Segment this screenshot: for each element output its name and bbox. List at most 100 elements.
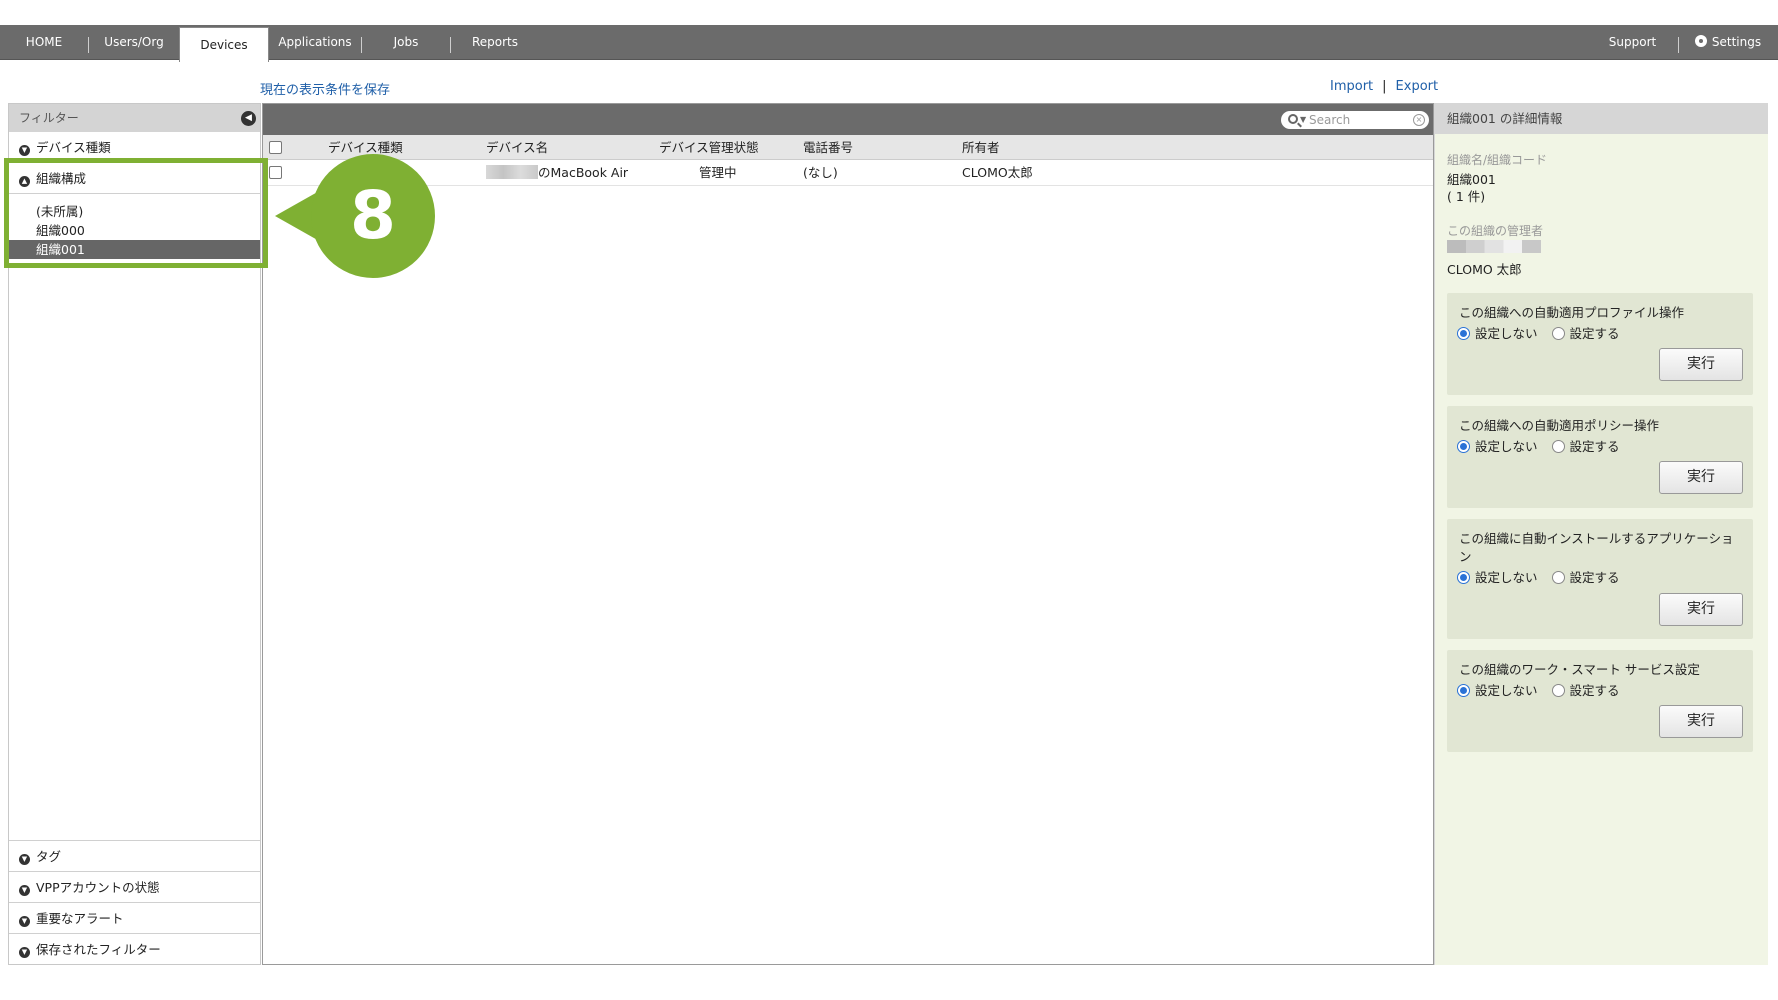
org-manager-label: この組織の管理者 (1447, 224, 1544, 238)
clear-search-icon[interactable]: × (1413, 114, 1425, 126)
search-input[interactable]: ▼ Search × (1281, 111, 1429, 129)
column-header-mgmt-status[interactable]: デバイス管理状態 (659, 135, 759, 160)
device-name-cell[interactable]: のMacBook Air (486, 160, 628, 185)
filter-title: フィルター (19, 111, 79, 125)
org-device-count: ( 1 件) (1447, 189, 1486, 204)
table-row[interactable]: のMacBook Air 管理中 (なし) CLOMO太郎 (263, 160, 1433, 186)
device-name-text: のMacBook Air (538, 165, 629, 180)
mgmt-status-cell: 管理中 (699, 165, 737, 180)
nav-tab-applications[interactable]: Applications (269, 25, 361, 60)
execute-button-policy[interactable]: 実行 (1659, 461, 1743, 494)
search-placeholder: Search (1309, 113, 1351, 127)
column-header-device-name[interactable]: デバイス名 (486, 135, 548, 160)
radio-policy-off[interactable] (1457, 440, 1470, 453)
filter-important-alerts-label: 重要なアラート (36, 911, 124, 926)
org-detail-panel: 組織001 の詳細情報 組織名/組織コード 組織001 ( 1 件) この組織の… (1434, 103, 1768, 965)
radio-work-smart-on[interactable] (1551, 684, 1565, 697)
chevron-down-icon: ▼ (19, 916, 30, 927)
column-header-phone[interactable]: 電話番号 (803, 135, 853, 160)
radio-work-smart-off[interactable] (1457, 684, 1470, 697)
nav-support[interactable]: Support (1590, 25, 1675, 60)
redacted-name (486, 165, 538, 179)
radio-policy-on[interactable] (1551, 440, 1565, 453)
radio-policy-on-label: 設定する (1569, 439, 1620, 454)
owner-cell: CLOMO太郎 (962, 165, 1033, 180)
nav-settings-label: Settings (1711, 35, 1762, 49)
op-title-policy: この組織への自動適用ポリシー操作 (1459, 418, 1660, 433)
redacted-manager-avatar (1447, 240, 1541, 253)
execute-button-auto-install[interactable]: 実行 (1659, 593, 1743, 626)
radio-group-policy: 設定しない 設定する (1457, 436, 1620, 455)
radio-policy-off-label: 設定しない (1475, 439, 1538, 454)
import-export-links: Import | Export (1330, 79, 1438, 94)
filter-sidebar-header: フィルター ◀ (9, 104, 260, 132)
import-link[interactable]: Import (1330, 79, 1373, 94)
chevron-down-icon: ▼ (19, 854, 30, 865)
collapse-sidebar-icon[interactable]: ◀ (241, 111, 256, 126)
filter-tag-label: タグ (36, 849, 62, 864)
radio-group-profile: 設定しない 設定する (1457, 323, 1620, 342)
op-box-auto-install: この組織に自動インストールするアプリケーション 設定しない 設定する 実行 (1447, 519, 1753, 639)
filter-important-alerts[interactable]: ▼ 重要なアラート (9, 902, 260, 933)
radio-auto-install-on[interactable] (1551, 571, 1565, 584)
radio-work-smart-on-label: 設定する (1569, 683, 1620, 698)
nav-settings[interactable]: Settings (1684, 25, 1772, 60)
org-list: (未所属) 組織000 組織001 (9, 194, 260, 259)
radio-auto-install-off[interactable] (1457, 571, 1470, 584)
nav-tab-devices[interactable]: Devices (179, 27, 269, 62)
chevron-down-icon: ▼ (19, 145, 30, 156)
op-box-work-smart: この組織のワーク・スマート サービス設定 設定しない 設定する 実行 (1447, 650, 1753, 752)
select-all-checkbox[interactable] (269, 141, 282, 154)
nav-tab-home[interactable]: HOME (0, 25, 88, 60)
chevron-down-icon: ▼ (19, 885, 30, 896)
top-navigation-bar: HOME Users/Org Devices Applications Jobs… (0, 25, 1778, 62)
phone-cell: (なし) (803, 165, 838, 180)
radio-auto-install-on-label: 設定する (1569, 570, 1620, 585)
execute-button-work-smart[interactable]: 実行 (1659, 705, 1743, 738)
op-title-work-smart: この組織のワーク・スマート サービス設定 (1459, 662, 1700, 677)
save-view-link[interactable]: 現在の表示条件を保存 (260, 79, 390, 98)
radio-group-work-smart: 設定しない 設定する (1457, 680, 1620, 699)
org-item-001[interactable]: 組織001 (9, 240, 260, 259)
nav-tab-reports[interactable]: Reports (451, 25, 539, 60)
column-header-owner[interactable]: 所有者 (962, 135, 1000, 160)
radio-work-smart-off-label: 設定しない (1475, 683, 1538, 698)
op-title-auto-install: この組織に自動インストールするアプリケーション (1459, 531, 1734, 564)
filter-sidebar: フィルター ◀ ▼ デバイス種類 ▲ 組織構成 (未所属) 組織000 組織001 … (8, 103, 261, 965)
op-box-policy: この組織への自動適用ポリシー操作 設定しない 設定する 実行 (1447, 406, 1753, 508)
nav-tab-jobs[interactable]: Jobs (362, 25, 450, 60)
gear-icon (1694, 35, 1707, 47)
filter-sidebar-bottom: ▼ タグ ▼ VPPアカウントの状態 ▼ 重要なアラート ▼ 保存されたフィルター (9, 840, 260, 964)
filter-device-type-label: デバイス種類 (36, 140, 111, 155)
org-name-label: 組織名/組織コード (1447, 153, 1548, 167)
radio-profile-off-label: 設定しない (1475, 326, 1538, 341)
filter-saved-filters[interactable]: ▼ 保存されたフィルター (9, 933, 260, 964)
org-item-000[interactable]: 組織000 (9, 221, 260, 240)
chevron-up-icon: ▲ (19, 176, 30, 187)
export-link[interactable]: Export (1396, 79, 1439, 94)
device-list-panel: ▼ Search × デバイス種類 デバイス名 デバイス管理状態 電話番号 所有… (262, 103, 1434, 965)
detail-title: 組織001 の詳細情報 (1435, 103, 1768, 134)
radio-profile-off[interactable] (1457, 327, 1470, 340)
table-header: デバイス種類 デバイス名 デバイス管理状態 電話番号 所有者 (263, 135, 1433, 160)
annotation-step-badge: 8 (311, 154, 435, 278)
filter-device-type[interactable]: ▼ デバイス種類 (9, 132, 260, 163)
filter-org-structure-label: 組織構成 (36, 171, 87, 186)
execute-button-profile[interactable]: 実行 (1659, 348, 1743, 381)
row-checkbox[interactable] (269, 166, 282, 179)
op-box-profile: この組織への自動適用プロファイル操作 設定しない 設定する 実行 (1447, 293, 1753, 395)
search-icon (1288, 114, 1298, 124)
radio-profile-on-label: 設定する (1569, 326, 1620, 341)
org-manager-name: CLOMO 太郎 (1447, 262, 1522, 277)
filter-vpp-status[interactable]: ▼ VPPアカウントの状態 (9, 871, 260, 902)
filter-tag[interactable]: ▼ タグ (9, 840, 260, 871)
device-list-toolbar: ▼ Search × (263, 104, 1433, 135)
radio-group-auto-install: 設定しない 設定する (1457, 567, 1620, 586)
filter-saved-filters-label: 保存されたフィルター (36, 942, 161, 957)
nav-separator (1678, 37, 1679, 53)
org-item-unassigned[interactable]: (未所属) (9, 202, 260, 221)
filter-org-structure[interactable]: ▲ 組織構成 (9, 163, 260, 194)
nav-tab-users-org[interactable]: Users/Org (89, 25, 179, 60)
radio-profile-on[interactable] (1551, 327, 1565, 340)
op-title-profile: この組織への自動適用プロファイル操作 (1459, 305, 1685, 320)
